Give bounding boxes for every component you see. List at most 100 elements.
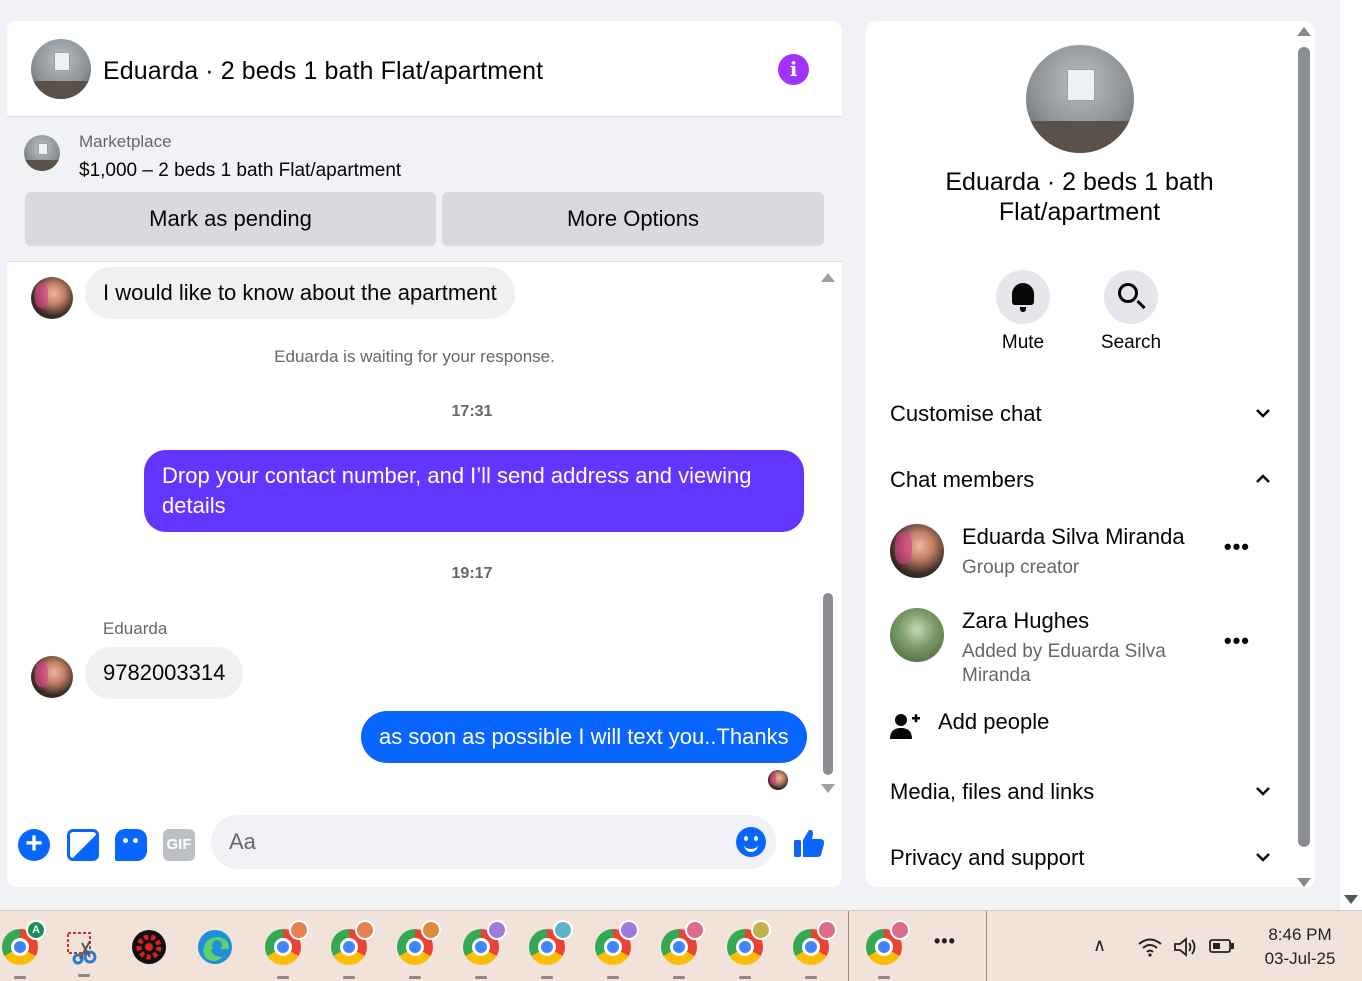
running-indicator	[14, 976, 26, 979]
member-name: Eduarda Silva Miranda	[962, 524, 1185, 549]
composer-bar: + GIF	[7, 808, 842, 887]
conversation-title: Eduarda · 2 beds 1 bath Flat/apartment	[945, 168, 1214, 226]
chat-header: Eduarda · 2 beds 1 bath Flat/apartment i	[7, 21, 842, 117]
seen-receipt-avatar	[768, 770, 788, 790]
chat-panel: Eduarda · 2 beds 1 bath Flat/apartment i…	[7, 21, 842, 887]
member-avatar[interactable]	[890, 524, 944, 578]
marketplace-banner: Marketplace $1,000 – 2 beds 1 bath Flat/…	[7, 117, 842, 262]
system-clock[interactable]: 8:46 PM 03-Jul-25	[1250, 923, 1350, 971]
profile-badge	[553, 920, 573, 940]
chrome-window-icon[interactable]	[265, 920, 309, 979]
media-files-links-label: Media, files and links	[890, 779, 1095, 804]
scroll-thumb[interactable]	[1298, 47, 1310, 847]
chrome-window-icon[interactable]	[463, 920, 507, 979]
incoming-message[interactable]: 9782003314	[85, 647, 244, 699]
taskbar-separator	[848, 911, 849, 981]
customise-chat-label: Customise chat	[890, 401, 1042, 426]
info-panel-scrollbar[interactable]	[1296, 27, 1312, 887]
red-gear-app-icon[interactable]	[131, 929, 167, 965]
mark-as-pending-button[interactable]: Mark as pending	[25, 192, 436, 246]
chat-avatar[interactable]	[31, 39, 91, 99]
chrome-window-icon[interactable]	[529, 920, 573, 979]
chrome-window-icon[interactable]	[397, 920, 441, 979]
chrome-window-icon[interactable]	[331, 920, 375, 979]
chat-members-row[interactable]: Chat members	[890, 467, 1270, 493]
privacy-support-row[interactable]: Privacy and support	[890, 845, 1270, 871]
running-indicator	[277, 976, 289, 979]
scroll-up-arrow-icon[interactable]	[821, 273, 835, 282]
member-row-eduarda[interactable]: Eduarda Silva Miranda Group creator •••	[890, 524, 1270, 584]
volume-icon[interactable]	[1173, 936, 1199, 958]
search-label: Search	[1100, 332, 1162, 353]
running-indicator	[739, 976, 751, 979]
info-icon[interactable]: i	[778, 54, 809, 85]
more-apps-icon[interactable]: •••	[934, 931, 956, 952]
show-hidden-icons-chevron-icon[interactable]: ∧	[1093, 935, 1106, 956]
chevron-down-icon	[1256, 787, 1270, 796]
profile-badge: A	[26, 920, 46, 940]
member-avatar[interactable]	[890, 608, 944, 662]
more-options-button[interactable]: More Options	[442, 192, 824, 246]
profile-badge	[421, 920, 441, 940]
chevron-down-icon	[1256, 409, 1270, 418]
snipping-tool-icon[interactable]	[66, 929, 102, 965]
marketplace-label: Marketplace	[79, 132, 172, 151]
chat-members-label: Chat members	[890, 467, 1035, 492]
bell-icon	[1012, 283, 1034, 312]
media-files-links-row[interactable]: Media, files and links	[890, 779, 1270, 805]
listing-title[interactable]: $1,000 – 2 beds 1 bath Flat/apartment	[79, 160, 401, 182]
message-list[interactable]: I would like to know about the apartment…	[7, 263, 842, 808]
plus-icon[interactable]: +	[18, 829, 50, 861]
scroll-up-arrow-icon[interactable]	[1297, 27, 1311, 36]
running-indicator	[343, 976, 355, 979]
message-scrollbar[interactable]	[821, 273, 835, 793]
mute-label: Mute	[1001, 332, 1045, 353]
window-scroll-down-arrow-icon[interactable]	[1344, 895, 1358, 904]
photo-icon[interactable]	[67, 829, 99, 861]
wifi-icon[interactable]	[1137, 937, 1163, 957]
customise-chat-row[interactable]: Customise chat	[890, 401, 1270, 427]
profile-badge	[487, 920, 507, 940]
clock-time: 8:46 PM	[1268, 925, 1332, 944]
mute-button[interactable]	[996, 270, 1050, 324]
windows-taskbar: A ••• ∧ 8:46 PM 03-Jul-25	[0, 910, 1362, 981]
chrome-window-icon[interactable]	[727, 920, 771, 979]
emoji-icon[interactable]	[736, 827, 766, 857]
more-options-icon[interactable]: •••	[1224, 628, 1250, 654]
window-scrollbar-track[interactable]	[1340, 0, 1362, 910]
message-input[interactable]	[229, 829, 709, 855]
chrome-profile-icon[interactable]: A	[2, 920, 46, 979]
more-options-icon[interactable]: •••	[1224, 534, 1250, 560]
chrome-window-icon[interactable]	[866, 920, 910, 979]
scroll-down-arrow-icon[interactable]	[1297, 878, 1311, 887]
listing-thumbnail[interactable]	[24, 135, 60, 171]
sticker-icon[interactable]	[115, 829, 147, 861]
chrome-window-icon[interactable]	[661, 920, 705, 979]
running-indicator	[541, 976, 553, 979]
chat-title[interactable]: Eduarda · 2 beds 1 bath Flat/apartment	[103, 57, 543, 86]
conversation-avatar[interactable]	[1026, 45, 1134, 153]
search-button[interactable]	[1104, 270, 1158, 324]
add-people-label: Add people	[938, 709, 1050, 734]
gif-icon[interactable]: GIF	[163, 829, 195, 861]
running-indicator	[673, 976, 685, 979]
chrome-window-icon[interactable]	[793, 920, 837, 979]
scroll-thumb[interactable]	[823, 593, 833, 775]
outgoing-message[interactable]: as soon as possible I will text you..Tha…	[361, 711, 807, 763]
member-name: Zara Hughes	[962, 608, 1090, 633]
battery-icon[interactable]	[1209, 938, 1235, 954]
incoming-message[interactable]: I would like to know about the apartment	[85, 267, 515, 319]
scroll-down-arrow-icon[interactable]	[821, 784, 835, 793]
timestamp: 19:17	[451, 565, 493, 582]
message-input-wrapper[interactable]	[211, 815, 776, 869]
taskbar-separator	[986, 911, 987, 981]
chrome-window-icon[interactable]	[595, 920, 639, 979]
outgoing-message[interactable]: Drop your contact number, and I’ll send …	[144, 450, 804, 532]
member-role: Group creator	[962, 557, 1080, 578]
sender-avatar[interactable]	[31, 656, 73, 698]
member-row-zara[interactable]: Zara Hughes Added by Eduarda Silva Miran…	[890, 608, 1270, 688]
sender-avatar[interactable]	[31, 277, 73, 319]
edge-browser-icon[interactable]	[197, 929, 233, 965]
thumbs-up-icon[interactable]	[792, 826, 826, 860]
profile-badge	[685, 920, 705, 940]
